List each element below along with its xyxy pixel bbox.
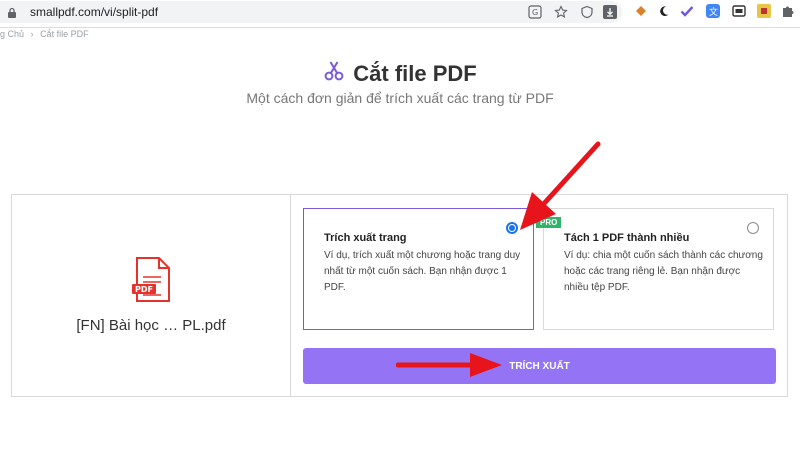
breadcrumb-home[interactable]: g Chủ — [0, 29, 24, 39]
page-header: Cắt file PDF — [0, 60, 800, 88]
lock-icon[interactable] — [6, 6, 18, 18]
svg-text:G: G — [532, 8, 538, 17]
url-text[interactable]: smallpdf.com/vi/split-pdf — [30, 5, 158, 19]
page-title: Cắt file PDF — [353, 61, 477, 86]
option-description: Ví dụ: chia một cuốn sách thành các chươ… — [564, 250, 763, 293]
page-title-row: Cắt file PDF — [323, 60, 477, 88]
ext-orange-icon[interactable] — [634, 4, 648, 18]
toolbar-divider — [0, 27, 800, 28]
shield-icon[interactable] — [580, 5, 594, 19]
puzzle-icon[interactable] — [781, 4, 795, 18]
moon-icon[interactable] — [657, 4, 671, 18]
breadcrumb-current: Cắt file PDF — [40, 29, 89, 39]
breadcrumb: g Chủ › Cắt file PDF — [0, 29, 93, 39]
option-title: Trích xuất trang — [324, 232, 407, 244]
annotation-arrow-icon — [396, 353, 502, 377]
address-bar[interactable]: smallpdf.com/vi/split-pdf G — [0, 1, 622, 23]
check-icon[interactable] — [680, 4, 694, 18]
window-icon[interactable] — [732, 4, 746, 18]
pdf-icon-label: PDF — [135, 285, 153, 294]
translate-icon[interactable]: G — [528, 5, 542, 19]
pdf-file-icon: PDF — [131, 257, 173, 303]
file-preview-panel: PDF [FN] Bài học … PL.pdf — [12, 195, 291, 396]
star-icon[interactable] — [554, 5, 568, 19]
extract-button[interactable]: TRÍCH XUẤT — [303, 348, 776, 384]
annotation-arrow-icon — [520, 141, 601, 230]
scissors-icon — [323, 60, 345, 88]
download-icon[interactable] — [603, 5, 617, 19]
pdf-ext-icon[interactable] — [757, 4, 771, 18]
translate-ext-icon[interactable]: 文 — [706, 4, 720, 18]
browser-toolbar: smallpdf.com/vi/split-pdf G 文 — [0, 0, 800, 28]
option-description: Ví dụ, trích xuất một chương hoặc trang … — [324, 250, 521, 293]
option-extract-pages[interactable]: Trích xuất trang Ví dụ, trích xuất một c… — [303, 208, 534, 330]
radio-split-multiple[interactable] — [747, 222, 759, 234]
breadcrumb-separator: › — [30, 29, 34, 39]
page-subtitle: Một cách đơn giản để trích xuất các tran… — [246, 90, 554, 106]
file-name: [FN] Bài học … PL.pdf — [76, 317, 226, 334]
svg-text:文: 文 — [709, 6, 718, 18]
